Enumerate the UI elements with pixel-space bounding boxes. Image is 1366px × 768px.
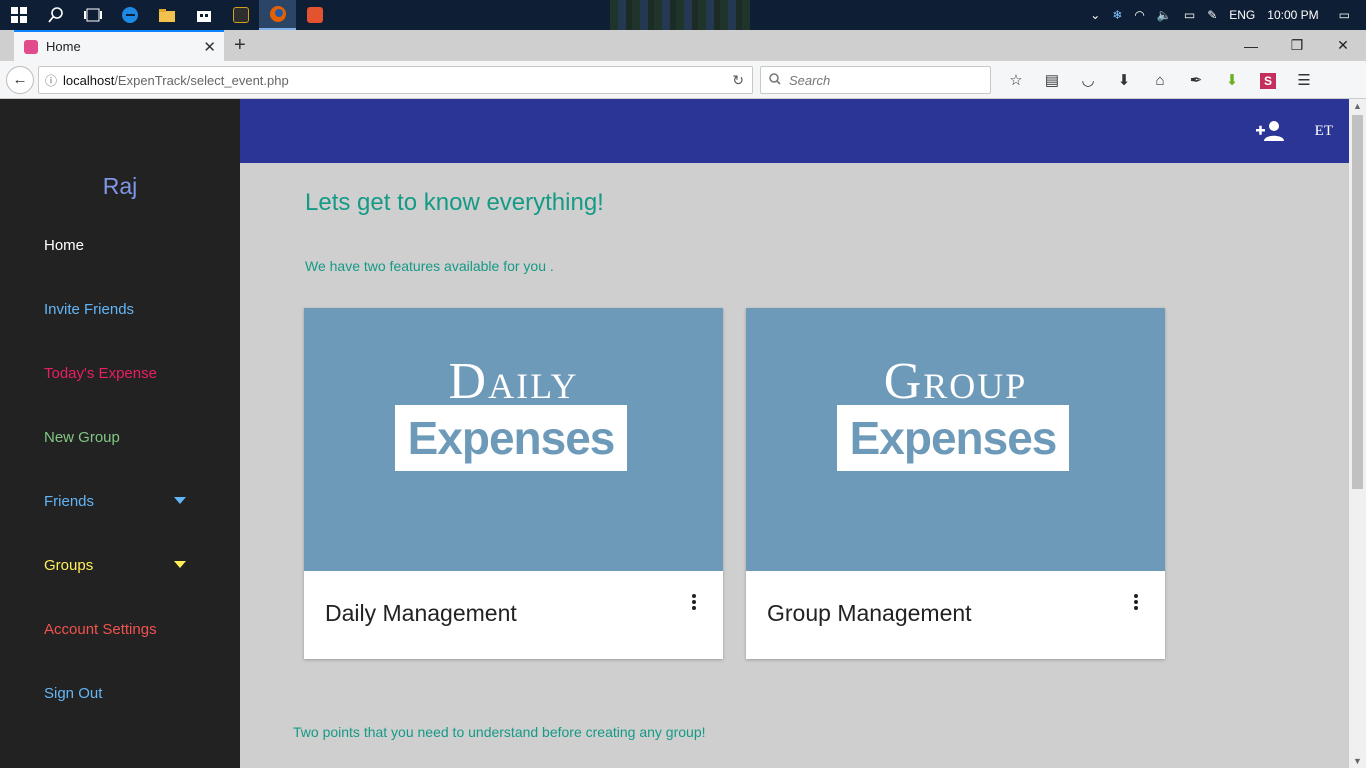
download-icon[interactable]: ⬇ bbox=[1106, 71, 1142, 89]
sidebar-item-home[interactable]: Home bbox=[44, 237, 84, 254]
page-subline: We have two features available for you . bbox=[305, 258, 554, 274]
profile-name: Raj bbox=[102, 173, 138, 199]
sidebar-item-friends[interactable]: Friends bbox=[44, 493, 94, 510]
app-top-bar: ET bbox=[240, 99, 1349, 163]
close-tab-icon[interactable]: ✕ bbox=[203, 38, 216, 56]
hamburger-menu-icon[interactable]: ☰ bbox=[1286, 71, 1322, 89]
system-tray: ⌄ ❄ ◠ 🔈 ▭ ✎ ENG 10:00 PM ▭ bbox=[1084, 0, 1366, 30]
page-headline: Lets get to know everything! bbox=[305, 189, 604, 216]
search-icon[interactable] bbox=[37, 0, 74, 30]
url-path: /ExpenTrack/select_event.php bbox=[114, 72, 289, 88]
firefox-icon[interactable] bbox=[259, 0, 296, 30]
bottom-note: Two points that you need to understand b… bbox=[293, 724, 706, 740]
extension-s-icon[interactable]: S bbox=[1250, 72, 1286, 89]
wifi-icon[interactable]: ◠ bbox=[1134, 8, 1144, 22]
daily-management-card[interactable]: Daily Expenses Daily Management bbox=[304, 308, 723, 659]
site-info-icon[interactable]: ⓘ bbox=[39, 72, 63, 89]
reader-list-icon[interactable]: ▤ bbox=[1034, 71, 1070, 89]
sidebar-item-new-group[interactable]: New Group bbox=[44, 429, 120, 446]
group-management-card[interactable]: Group Expenses Group Management bbox=[746, 308, 1165, 659]
page-scrollbar[interactable]: ▲ ▼ bbox=[1349, 99, 1366, 768]
url-host: localhost bbox=[63, 72, 115, 88]
close-window-icon[interactable]: ✕ bbox=[1320, 30, 1366, 61]
card-image-box: Expenses bbox=[395, 405, 627, 471]
app-15-icon[interactable] bbox=[222, 0, 259, 30]
scroll-down-arrow-icon[interactable]: ▼ bbox=[1349, 756, 1366, 766]
sidebar-item-invite-friends[interactable]: Invite Friends bbox=[44, 301, 134, 318]
search-icon bbox=[769, 72, 781, 88]
tab-title: Home bbox=[46, 39, 81, 54]
search-input[interactable]: Search bbox=[760, 66, 991, 94]
edge-browser-icon[interactable] bbox=[111, 0, 148, 30]
volume-icon[interactable]: 🔈 bbox=[1157, 8, 1172, 22]
dropper-icon[interactable]: ✒ bbox=[1178, 71, 1214, 89]
task-view-icon[interactable] bbox=[74, 0, 111, 30]
store-icon[interactable] bbox=[185, 0, 222, 30]
new-tab-icon[interactable]: + bbox=[234, 34, 246, 57]
card-image-word: Daily bbox=[448, 353, 579, 410]
scroll-up-arrow-icon[interactable]: ▲ bbox=[1349, 101, 1366, 111]
card-image-box: Expenses bbox=[837, 405, 1069, 471]
chevron-up-icon[interactable]: ⌄ bbox=[1090, 8, 1100, 22]
windows-start-icon[interactable] bbox=[0, 0, 37, 30]
sidebar-item-todays-expense[interactable]: Today's Expense bbox=[44, 365, 157, 382]
snowflake-icon[interactable]: ❄ bbox=[1112, 8, 1122, 22]
minimize-icon[interactable]: — bbox=[1228, 30, 1274, 61]
file-explorer-icon[interactable] bbox=[148, 0, 185, 30]
sidebar-item-groups[interactable]: Groups bbox=[44, 557, 93, 574]
clock[interactable]: 10:00 PM bbox=[1267, 8, 1318, 22]
browser-toolbar: ☆ ▤ ◡ ⬇ ⌂ ✒ ⬇ S ☰ bbox=[998, 61, 1322, 99]
pocket-icon[interactable]: ◡ bbox=[1070, 71, 1106, 89]
user-badge[interactable]: ET bbox=[1315, 123, 1333, 140]
daily-expenses-image[interactable]: Daily Expenses bbox=[304, 308, 723, 571]
url-bar[interactable]: ⓘ localhost /ExpenTrack/select_event.php… bbox=[38, 66, 753, 94]
battery-icon[interactable]: ▭ bbox=[1184, 8, 1195, 22]
card-title[interactable]: Group Management bbox=[767, 600, 972, 627]
card-image-word: Group bbox=[883, 353, 1028, 410]
site-favicon-icon bbox=[24, 39, 38, 54]
language-indicator[interactable]: ENG bbox=[1229, 8, 1255, 22]
back-arrow-icon[interactable]: ← bbox=[6, 65, 34, 94]
browser-tab-bar: Home ✕ + — ❐ ✕ bbox=[0, 30, 1366, 61]
pen-icon[interactable]: ✎ bbox=[1207, 8, 1217, 22]
card-title[interactable]: Daily Management bbox=[325, 600, 517, 627]
tab-home[interactable]: Home ✕ bbox=[14, 30, 224, 61]
restore-icon[interactable]: ❐ bbox=[1274, 30, 1320, 61]
download-green-icon[interactable]: ⬇ bbox=[1214, 71, 1250, 89]
more-vert-icon[interactable] bbox=[1133, 594, 1139, 612]
reload-icon[interactable]: ↻ bbox=[732, 72, 744, 89]
sidebar-item-account-settings[interactable]: Account Settings bbox=[44, 621, 157, 638]
home-icon[interactable]: ⌂ bbox=[1142, 72, 1178, 89]
main-content: Lets get to know everything! We have two… bbox=[240, 163, 1349, 768]
friends-dropdown-caret-icon[interactable] bbox=[174, 497, 186, 504]
app-red-icon[interactable] bbox=[296, 0, 333, 30]
browser-nav-bar: ← ⓘ localhost /ExpenTrack/select_event.p… bbox=[0, 61, 1366, 99]
taskbar-background-pattern bbox=[610, 0, 750, 30]
sidebar-item-sign-out[interactable]: Sign Out bbox=[44, 685, 102, 702]
group-expenses-image[interactable]: Group Expenses bbox=[746, 308, 1165, 571]
bookmark-star-icon[interactable]: ☆ bbox=[998, 71, 1034, 89]
notification-icon[interactable]: ▭ bbox=[1339, 8, 1350, 22]
window-controls: — ❐ ✕ bbox=[1228, 30, 1366, 61]
scrollbar-thumb[interactable] bbox=[1352, 115, 1363, 489]
add-person-icon[interactable] bbox=[1255, 119, 1285, 143]
sidebar: Raj Home Invite Friends Today's Expense … bbox=[0, 99, 240, 768]
windows-taskbar: ⌄ ❄ ◠ 🔈 ▭ ✎ ENG 10:00 PM ▭ bbox=[0, 0, 1366, 30]
groups-dropdown-caret-icon[interactable] bbox=[174, 561, 186, 568]
search-placeholder: Search bbox=[789, 72, 831, 88]
more-vert-icon[interactable] bbox=[691, 594, 697, 612]
